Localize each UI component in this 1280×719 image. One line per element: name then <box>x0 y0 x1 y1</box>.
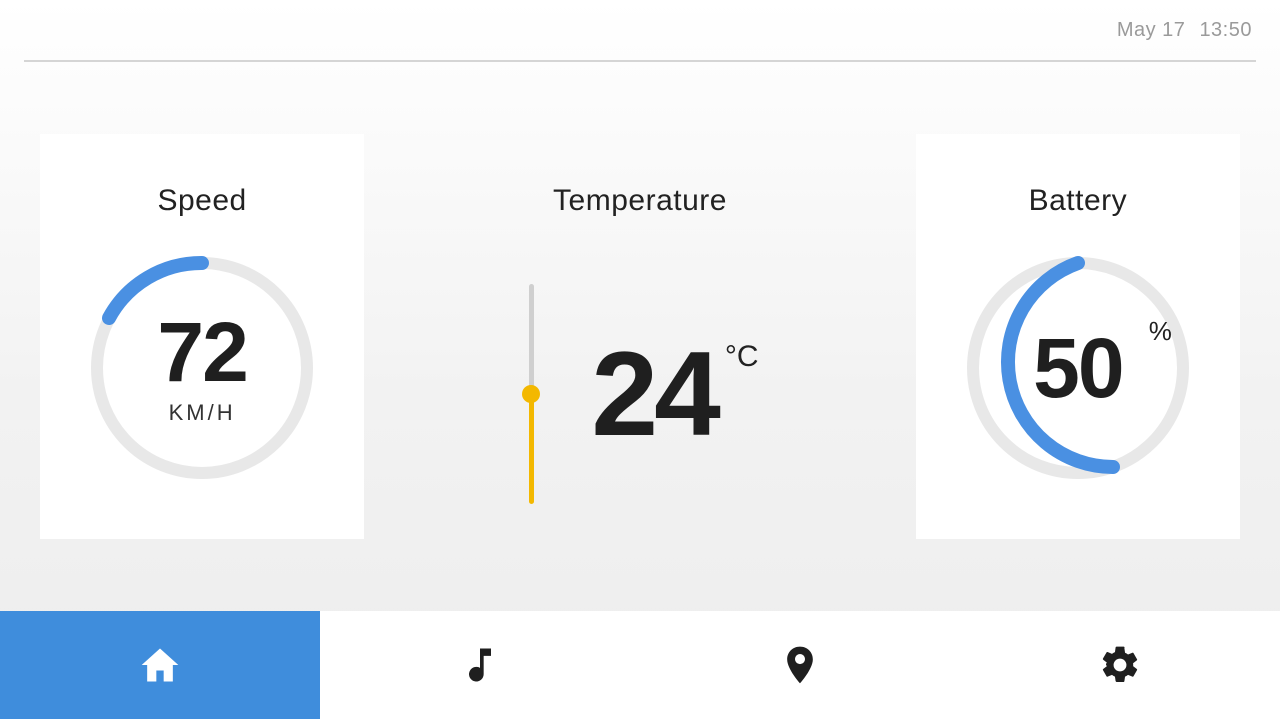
speed-title: Speed <box>157 184 246 218</box>
temperature-slider[interactable] <box>521 284 541 504</box>
nav-tab-settings[interactable] <box>960 611 1280 719</box>
speed-value: 72 <box>157 310 246 394</box>
battery-gauge: 50 % <box>958 248 1198 488</box>
temperature-title: Temperature <box>553 184 727 218</box>
location-pin-icon <box>778 643 822 687</box>
speed-gauge: 72 KM/H <box>82 248 322 488</box>
speed-unit: KM/H <box>169 400 236 426</box>
battery-title: Battery <box>1029 184 1128 218</box>
thermo-knob-icon[interactable] <box>522 385 540 403</box>
date-label: May 17 <box>1117 19 1186 42</box>
bottom-nav <box>0 611 1280 719</box>
temperature-value: 24 <box>591 334 716 454</box>
top-bar: May 17 13:50 <box>0 0 1280 60</box>
dashboard-main: Speed 72 KM/H Temperature 24 °C <box>0 62 1280 611</box>
temperature-card: Temperature 24 °C <box>404 134 876 539</box>
battery-value: 50 <box>1033 326 1122 410</box>
thermo-track-upper <box>529 284 534 394</box>
nav-tab-location[interactable] <box>640 611 960 719</box>
thermo-track-lower <box>529 394 534 504</box>
gear-icon <box>1098 643 1142 687</box>
temperature-readout: 24 °C <box>591 334 758 454</box>
nav-tab-home[interactable] <box>0 611 320 719</box>
temperature-unit: °C <box>725 340 759 374</box>
nav-tab-music[interactable] <box>320 611 640 719</box>
battery-unit: % <box>1149 316 1172 347</box>
music-icon <box>458 643 502 687</box>
home-icon <box>138 643 182 687</box>
time-label: 13:50 <box>1199 19 1252 42</box>
battery-card: Battery 50 % <box>916 134 1240 539</box>
speed-card: Speed 72 KM/H <box>40 134 364 539</box>
